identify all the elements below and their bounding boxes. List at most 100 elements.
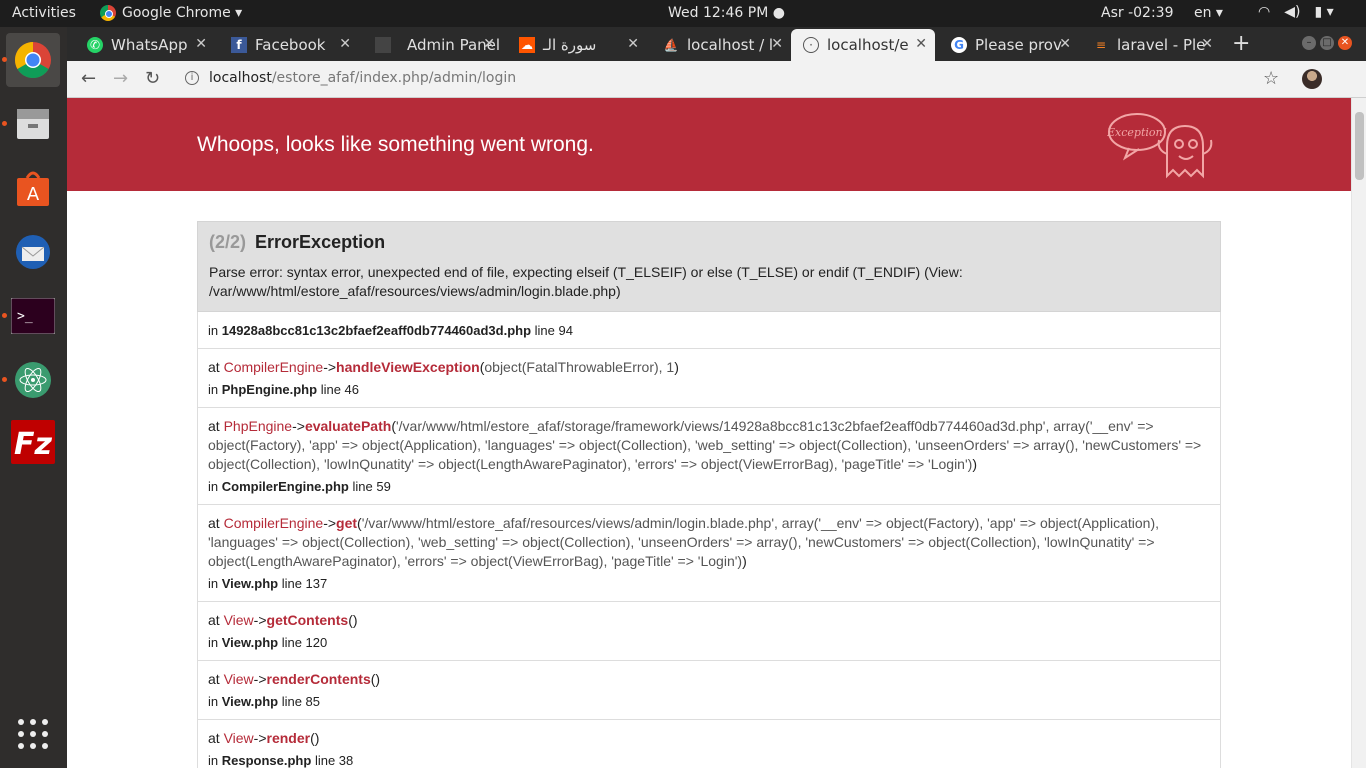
frame-function: getContents [266, 612, 349, 628]
tab-close-icon[interactable]: ✕ [195, 36, 207, 52]
frame-function: renderContents [266, 671, 371, 687]
language-selector[interactable]: en ▾ [1194, 5, 1223, 21]
frame-call: at View->render() [208, 730, 320, 746]
stack-trace: in 14928a8bcc81c13c2bfaef2eaff0db774460a… [197, 312, 1221, 768]
dock-thunderbird[interactable] [6, 225, 60, 279]
frame-call: at View->renderContents() [208, 671, 381, 687]
files-icon [17, 109, 49, 139]
exception-header: (2/2) ErrorException Parse error: syntax… [197, 221, 1221, 312]
tab-localhost-active[interactable]: · localhost/e ✕ [791, 29, 935, 61]
facebook-icon: f [231, 37, 247, 53]
frame-class: View [223, 612, 254, 628]
frame-call: at CompilerEngine->handleViewException(o… [208, 359, 679, 375]
minimize-button[interactable]: – [1302, 36, 1316, 50]
frame-call: at CompilerEngine->get('/var/www/html/es… [208, 515, 1160, 569]
trace-frame: at CompilerEngine->handleViewException(o… [197, 349, 1221, 408]
trace-frame: at View->getContents() in View.php line … [197, 602, 1221, 661]
atom-icon [15, 362, 51, 398]
tab-close-icon[interactable]: ✕ [771, 36, 783, 52]
chrome-icon [14, 41, 51, 79]
trace-frame: at View->renderContents() in View.php li… [197, 661, 1221, 720]
thunderbird-icon [16, 235, 50, 269]
app-menu[interactable]: Google Chrome ▾ [100, 5, 242, 21]
frame-function: get [336, 515, 358, 531]
dock-atom[interactable] [6, 353, 60, 407]
app-grid-icon [18, 719, 48, 749]
frame-class: PhpEngine [223, 418, 293, 434]
exception-badge-label: Exception! [1107, 126, 1167, 139]
error-banner: Whoops, looks like something went wrong.… [67, 98, 1351, 191]
tab-close-icon[interactable]: ✕ [1059, 36, 1071, 52]
svg-text:Fz: Fz [14, 427, 52, 462]
soundcloud-icon: ☁ [519, 37, 535, 53]
profile-avatar[interactable] [1302, 69, 1322, 89]
address-bar[interactable]: localhost/estore_afaf/index.php/admin/lo… [209, 70, 516, 86]
frame-location: in View.php line 85 [208, 694, 321, 709]
frame-call: at View->getContents() [208, 612, 358, 628]
tab-close-icon[interactable]: ✕ [1201, 36, 1213, 52]
svg-text:>_: >_ [17, 309, 33, 324]
frame-function: handleViewException [336, 359, 480, 375]
browser-tab-strip: ✆ WhatsApp ✕ f Facebook ✕ Admin Panel ✕ … [67, 27, 1366, 61]
app-menu-label: Google Chrome ▾ [122, 5, 243, 21]
tab-stackoverflow[interactable]: ≡ laravel - Ple ✕ [1081, 29, 1221, 61]
volume-icon: ◀) [1284, 4, 1301, 20]
close-window-button[interactable]: ✕ [1338, 36, 1352, 50]
tab-soundcloud[interactable]: ☁ سورة الـ ✕ [507, 29, 647, 61]
dock-terminal[interactable]: >_ [6, 289, 60, 343]
trace-frame: in 14928a8bcc81c13c2bfaef2eaff0db774460a… [197, 312, 1221, 349]
dock-software[interactable]: A [6, 161, 60, 215]
site-info-icon[interactable]: i [185, 71, 199, 85]
dock-filezilla[interactable]: Fz [6, 415, 60, 469]
clock[interactable]: Wed 12:46 PM ● [668, 5, 785, 21]
tab-close-icon[interactable]: ✕ [483, 36, 495, 52]
frame-location: in CompilerEngine.php line 59 [208, 479, 391, 494]
tab-facebook[interactable]: f Facebook ✕ [219, 29, 359, 61]
frame-location: in View.php line 137 [208, 576, 328, 591]
error-banner-title: Whoops, looks like something went wrong. [197, 133, 594, 156]
stackoverflow-icon: ≡ [1095, 38, 1107, 52]
wifi-icon: ◠ [1258, 4, 1271, 20]
window-controls: – □ ✕ [1302, 36, 1352, 50]
globe-icon: · [803, 37, 819, 53]
svg-text:A: A [27, 184, 40, 205]
dock-files[interactable] [6, 97, 60, 151]
frame-class: CompilerEngine [223, 359, 324, 375]
frame-location: in 14928a8bcc81c13c2bfaef2eaff0db774460a… [208, 323, 573, 338]
back-button[interactable]: ← [81, 68, 96, 89]
tab-admin-panel[interactable]: Admin Panel ✕ [363, 29, 503, 61]
tab-phpmyadmin[interactable]: ⛵ localhost / l ✕ [651, 29, 791, 61]
tab-google[interactable]: G Please prov ✕ [939, 29, 1079, 61]
frame-class: View [223, 730, 254, 746]
system-tray[interactable]: ◠ ◀) ▮ ▾ [1258, 4, 1334, 20]
battery-icon: ▮ ▾ [1314, 4, 1334, 20]
trace-frame: at View->render() in Response.php line 3… [197, 720, 1221, 768]
tab-close-icon[interactable]: ✕ [339, 36, 351, 52]
forward-button[interactable]: → [113, 68, 128, 89]
frame-call: at PhpEngine->evaluatePath('/var/www/htm… [208, 418, 1202, 472]
software-center-icon: A [17, 171, 49, 206]
browser-toolbar: ← → ↻ i localhost/estore_afaf/index.php/… [67, 61, 1366, 98]
reload-button[interactable]: ↻ [145, 68, 160, 89]
exception-count: (2/2) [209, 232, 247, 252]
prayer-time[interactable]: Asr -02:39 [1101, 5, 1173, 21]
frame-function: render [266, 730, 311, 746]
show-applications-button[interactable] [6, 707, 60, 761]
scrollbar-thumb[interactable] [1355, 112, 1364, 180]
new-tab-button[interactable]: + [1232, 31, 1250, 56]
google-icon: G [951, 37, 967, 53]
trace-frame: at CompilerEngine->get('/var/www/html/es… [197, 505, 1221, 602]
terminal-icon: >_ [11, 298, 55, 334]
dock-chrome[interactable] [6, 33, 60, 87]
chrome-icon [100, 5, 116, 21]
tab-whatsapp[interactable]: ✆ WhatsApp ✕ [75, 29, 215, 61]
trace-frame: at PhpEngine->evaluatePath('/var/www/htm… [197, 408, 1221, 505]
tab-close-icon[interactable]: ✕ [915, 36, 927, 52]
activities-button[interactable]: Activities [12, 5, 76, 21]
maximize-button[interactable]: □ [1320, 36, 1334, 50]
tab-close-icon[interactable]: ✕ [627, 36, 639, 52]
page-scrollbar[interactable] [1351, 98, 1366, 768]
bookmark-star-icon[interactable]: ☆ [1263, 68, 1279, 89]
frame-location: in PhpEngine.php line 46 [208, 382, 359, 397]
phpmyadmin-icon: ⛵ [663, 38, 679, 52]
